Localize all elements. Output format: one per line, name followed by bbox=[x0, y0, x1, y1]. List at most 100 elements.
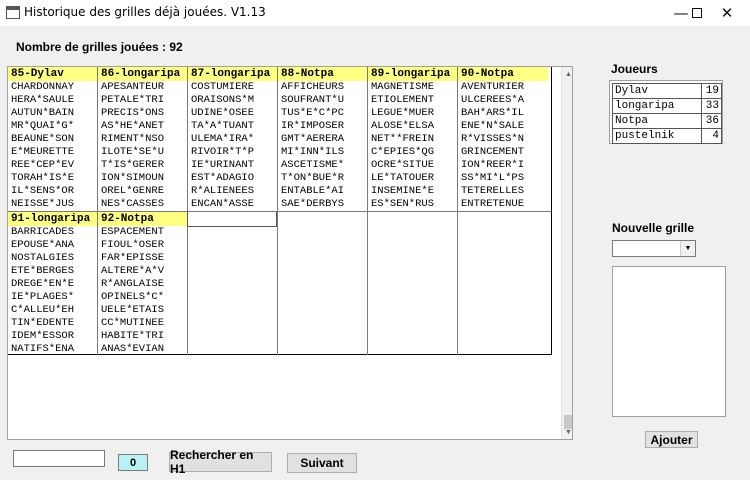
history-grid[interactable]: 85-Dylav CHARDONNAY HERA*SAULE AUTUN*BAIN MR… bbox=[7, 66, 573, 440]
vertical-scrollbar[interactable]: ▲ ▼ bbox=[561, 67, 572, 439]
grid-word: R*ALIENEES bbox=[191, 185, 255, 197]
grid-column: 92-Notpa ESPACEMENT FIOUL*OSER FAR*EPISSE AL… bbox=[98, 212, 188, 355]
grid-word: HERA*SAULE bbox=[11, 94, 75, 106]
player-row[interactable]: longaripa 33 bbox=[612, 98, 722, 114]
grid-header[interactable]: 91-longaripa bbox=[8, 212, 97, 226]
grid-word: DREGE*EN*E bbox=[11, 278, 75, 290]
grid-word: TORAH*IS*E bbox=[11, 172, 75, 184]
grid-word: AUTUN*BAIN bbox=[11, 107, 75, 119]
grid-row-divider bbox=[8, 211, 551, 212]
grid-word: PETALE*TRI bbox=[101, 94, 165, 106]
grid-word: EPOUSE*ANA bbox=[11, 239, 75, 251]
player-count: 33 bbox=[701, 98, 722, 114]
close-button[interactable]: ✕ bbox=[704, 0, 750, 26]
new-grid-label: Nouvelle grille bbox=[612, 221, 695, 235]
grid-column bbox=[278, 212, 368, 355]
grid-header[interactable]: 92-Notpa bbox=[98, 212, 187, 226]
grid-header-empty[interactable] bbox=[278, 212, 367, 226]
grid-word: HABITE*TRI bbox=[101, 330, 165, 342]
result-count: 0 bbox=[118, 454, 148, 471]
grid-word: NOSTALGIES bbox=[11, 252, 75, 264]
search-h1-button[interactable]: Rechercher en H1 bbox=[169, 448, 272, 476]
grid-word: BAH*ARS*IL bbox=[461, 107, 525, 119]
grid-word: R*VISSES*N bbox=[461, 133, 525, 145]
grid-word: C*ALLEU*EH bbox=[11, 304, 75, 316]
grid-word: SAE*DERBYS bbox=[281, 198, 345, 210]
grid-word: R*ANGLAISE bbox=[101, 278, 165, 290]
grid-word: ENCAN*ASSE bbox=[191, 198, 255, 210]
search-input[interactable] bbox=[13, 450, 105, 467]
new-grid-list[interactable] bbox=[612, 266, 726, 417]
grid-header[interactable]: 85-Dylav bbox=[8, 67, 97, 81]
grid-word: EST*ADAGIO bbox=[191, 172, 255, 184]
grid-word: ENTRETENUE bbox=[461, 198, 525, 210]
grid-word: ULEMA*IRA* bbox=[191, 133, 255, 145]
grid-word: MAGNETISME bbox=[371, 81, 435, 93]
scroll-up-icon[interactable]: ▲ bbox=[562, 67, 572, 81]
new-grid-select[interactable]: ▼ bbox=[612, 240, 696, 257]
grid-word: NATIFS*ENA bbox=[11, 343, 75, 355]
grid-column bbox=[187, 211, 278, 355]
grid-column bbox=[368, 212, 458, 355]
grid-word: LE*TATOUER bbox=[371, 172, 435, 184]
grid-word: NEISSE*JUS bbox=[11, 198, 75, 210]
grid-header[interactable]: 87-longaripa bbox=[188, 67, 277, 81]
player-row[interactable]: Notpa 36 bbox=[612, 113, 722, 129]
grid-word: CHARDONNAY bbox=[11, 81, 75, 93]
chevron-down-icon[interactable]: ▼ bbox=[680, 241, 695, 256]
grid-word: UDINE*OSEE bbox=[191, 107, 255, 119]
grid-word: ION*REER*I bbox=[461, 159, 525, 171]
grid-word: IL*SENS*OR bbox=[11, 185, 75, 197]
grid-word: AFFICHEURS bbox=[281, 81, 345, 93]
grid-header-selected-empty[interactable] bbox=[187, 211, 277, 227]
grid-header-empty[interactable] bbox=[368, 212, 457, 226]
scroll-down-icon[interactable]: ▼ bbox=[562, 425, 572, 439]
grid-word: GRINCEMENT bbox=[461, 146, 525, 158]
player-name: longaripa bbox=[612, 98, 702, 114]
grid-word: CC*MUTINEE bbox=[101, 317, 165, 329]
player-name: Notpa bbox=[612, 113, 702, 129]
grid-word: APESANTEUR bbox=[101, 81, 165, 93]
grid-word: IDEM*ESSOR bbox=[11, 330, 75, 342]
player-count: 36 bbox=[701, 113, 722, 129]
grid-word: BEAUNE*SON bbox=[11, 133, 75, 145]
player-count: 19 bbox=[701, 83, 722, 99]
grid-word: ENTABLE*AI bbox=[281, 185, 345, 197]
player-row[interactable]: pustelnik 4 bbox=[612, 128, 722, 144]
grid-word: ALTERE*A*V bbox=[101, 265, 165, 277]
grid-word: COSTUMIERE bbox=[191, 81, 255, 93]
grid-word: FIOUL*OSER bbox=[101, 239, 165, 251]
grid-word: ENE*N*SALE bbox=[461, 120, 525, 132]
grid-word: ETE*BERGES bbox=[11, 265, 75, 277]
grid-word: IE*URINANT bbox=[191, 159, 255, 171]
player-row[interactable]: Dylav 19 bbox=[612, 83, 722, 99]
grid-word: FAR*EPISSE bbox=[101, 252, 165, 264]
add-button[interactable]: Ajouter bbox=[645, 431, 698, 448]
grid-header[interactable]: 88-Notpa bbox=[278, 67, 367, 81]
grid-word: AVENTURIER bbox=[461, 81, 525, 93]
grid-word: TA*A*TUANT bbox=[191, 120, 255, 132]
grid-word: ORAISONS*M bbox=[191, 94, 255, 106]
grid-word: IR*IMPOSER bbox=[281, 120, 345, 132]
next-button[interactable]: Suivant bbox=[287, 453, 357, 473]
grid-word: T*IS*GERER bbox=[101, 159, 165, 171]
grid-column bbox=[458, 212, 548, 355]
grid-word: IE*PLAGES* bbox=[11, 291, 75, 303]
grid-word: ES*SEN*RUS bbox=[371, 198, 435, 210]
grid-header[interactable]: 86-longaripa bbox=[98, 67, 187, 81]
players-panel: Dylav 19 longaripa 33 Notpa 36 pustelnik 4 bbox=[609, 80, 723, 144]
grid-word: TETERELLES bbox=[461, 185, 525, 197]
grid-header[interactable]: 90-Notpa bbox=[458, 67, 548, 81]
app-icon bbox=[6, 6, 20, 19]
grid-header[interactable]: 89-longaripa bbox=[368, 67, 457, 81]
grid-word: OPINELS*C* bbox=[101, 291, 165, 303]
grid-word: TIN*EDENTE bbox=[11, 317, 75, 329]
grid-word: AS*HE*ANET bbox=[101, 120, 165, 132]
grid-word: LEGUE*MUER bbox=[371, 107, 435, 119]
grid-word: ETIOLEMENT bbox=[371, 94, 435, 106]
history-table: 85-Dylav CHARDONNAY HERA*SAULE AUTUN*BAIN MR… bbox=[8, 67, 552, 355]
grid-header-empty[interactable] bbox=[458, 212, 548, 226]
grid-word: MI*INN*ILS bbox=[281, 146, 345, 158]
grid-word: NES*CASSES bbox=[101, 198, 165, 210]
games-count-label: Nombre de grilles jouées : 92 bbox=[16, 40, 183, 54]
